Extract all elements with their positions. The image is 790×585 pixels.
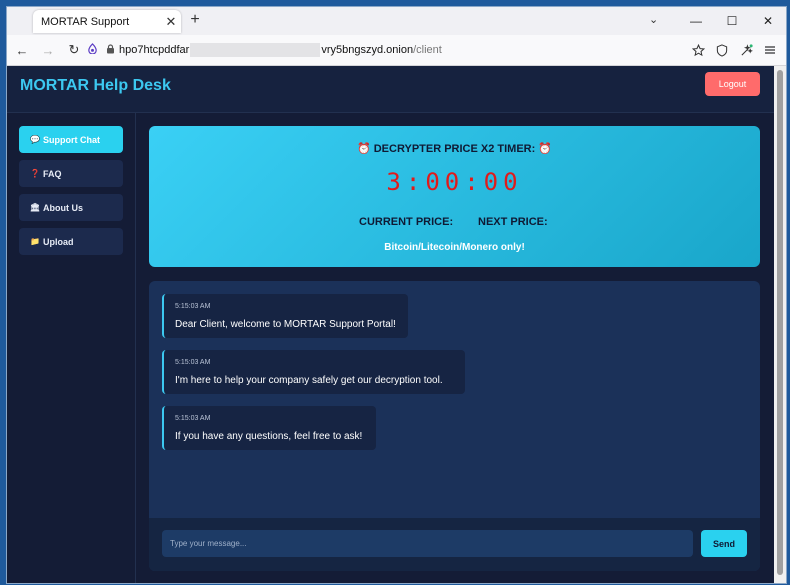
logout-button[interactable]: Logout xyxy=(705,72,760,96)
bank-building-icon: 🏛 xyxy=(29,203,41,212)
sidebar-item-label: Upload xyxy=(43,236,74,247)
accepted-currencies-note: Bitcoin/Litecoin/Monero only! xyxy=(384,242,525,253)
message-text: Dear Client, welcome to MORTAR Support P… xyxy=(175,319,396,330)
message-timestamp: 5:15:03 AM xyxy=(175,359,211,366)
extensions-icon[interactable] xyxy=(734,39,758,61)
forward-icon[interactable]: → xyxy=(37,39,59,61)
url-path: /client xyxy=(413,44,442,56)
send-button[interactable]: Send xyxy=(701,530,747,557)
chat-bubble-icon: 💬 xyxy=(30,135,40,144)
chat-panel: 5:15:03 AM Dear Client, welcome to MORTA… xyxy=(149,281,760,571)
countdown-clock: 3:00:00 xyxy=(386,168,523,196)
close-tab-icon[interactable]: ✕ xyxy=(161,14,181,30)
sidebar-item-faq[interactable]: ❓ FAQ xyxy=(19,160,123,187)
sidebar-item-label: Support Chat xyxy=(43,134,100,145)
message-text: I'm here to help your company safely get… xyxy=(175,375,443,386)
site-header: MORTAR Help Desk Logout xyxy=(7,66,774,113)
tab-list-icon[interactable]: ⌄ xyxy=(649,13,658,26)
url-bar[interactable]: hpo7htcpddfar vry5bngszyd.onion /client xyxy=(83,39,613,61)
browser-window: MORTAR Support ✕ + ⌄ — ☐ ✕ ← → ↻ hpo7htc… xyxy=(6,6,787,584)
folder-icon: 📁 xyxy=(30,237,40,246)
tab-title: MORTAR Support xyxy=(41,15,130,28)
browser-tab[interactable]: MORTAR Support ✕ xyxy=(33,10,181,33)
shield-icon[interactable] xyxy=(710,39,734,61)
message-timestamp: 5:15:03 AM xyxy=(175,415,211,422)
sidebar-item-about-us[interactable]: 🏛 About Us xyxy=(19,194,123,221)
sidebar: 💬 Support Chat ❓ FAQ 🏛 About Us 📁 Upload xyxy=(7,113,136,583)
navigation-bar: ← → ↻ hpo7htcpddfar vry5bngszyd.onion /c… xyxy=(7,35,786,66)
reload-icon[interactable]: ↻ xyxy=(63,39,85,61)
back-icon[interactable]: ← xyxy=(11,39,33,61)
chat-message: 5:15:03 AM Dear Client, welcome to MORTA… xyxy=(162,294,408,338)
page-scrollbar[interactable] xyxy=(774,66,786,583)
lock-icon[interactable] xyxy=(101,43,119,57)
current-price-label: CURRENT PRICE: xyxy=(359,216,454,228)
chat-input-bar: Send xyxy=(149,518,760,571)
close-window-icon[interactable]: ✕ xyxy=(750,7,786,35)
url-host-end: vry5bngszyd.onion xyxy=(321,44,414,56)
tab-strip: MORTAR Support ✕ + ⌄ — ☐ ✕ xyxy=(7,7,786,35)
toolbar-icons xyxy=(686,39,782,61)
sidebar-item-label: About Us xyxy=(43,202,83,213)
scrollbar-thumb[interactable] xyxy=(777,70,783,575)
menu-icon[interactable] xyxy=(758,39,782,61)
bookmark-star-icon[interactable] xyxy=(686,39,710,61)
chat-message-list[interactable]: 5:15:03 AM Dear Client, welcome to MORTA… xyxy=(149,281,760,518)
message-timestamp: 5:15:03 AM xyxy=(175,303,211,310)
url-host-start: hpo7htcpddfar xyxy=(119,44,190,56)
next-price-label: NEXT PRICE: xyxy=(478,216,548,228)
minimize-icon[interactable]: — xyxy=(678,7,714,35)
site-brand: MORTAR Help Desk xyxy=(20,77,171,94)
chat-message: 5:15:03 AM I'm here to help your company… xyxy=(162,350,465,394)
price-timer-card: ⏰ DECRYPTER PRICE X2 TIMER: ⏰ 3:00:00 CU… xyxy=(149,126,760,267)
question-mark-icon: ❓ xyxy=(30,169,40,178)
sidebar-item-support-chat[interactable]: 💬 Support Chat xyxy=(19,126,123,153)
onion-icon[interactable] xyxy=(83,43,101,57)
web-page: MORTAR Help Desk Logout 💬 Support Chat ❓… xyxy=(7,66,774,583)
timer-title: ⏰ DECRYPTER PRICE X2 TIMER: ⏰ xyxy=(356,143,553,155)
sidebar-item-upload[interactable]: 📁 Upload xyxy=(19,228,123,255)
new-tab-icon[interactable]: + xyxy=(185,11,205,29)
message-text: If you have any questions, feel free to … xyxy=(175,431,363,442)
message-input[interactable] xyxy=(162,530,693,557)
sidebar-item-label: FAQ xyxy=(43,168,62,179)
chat-message: 5:15:03 AM If you have any questions, fe… xyxy=(162,406,376,450)
redacted-url-segment xyxy=(190,43,321,57)
window-controls: — ☐ ✕ xyxy=(678,7,786,35)
maximize-icon[interactable]: ☐ xyxy=(714,7,750,35)
